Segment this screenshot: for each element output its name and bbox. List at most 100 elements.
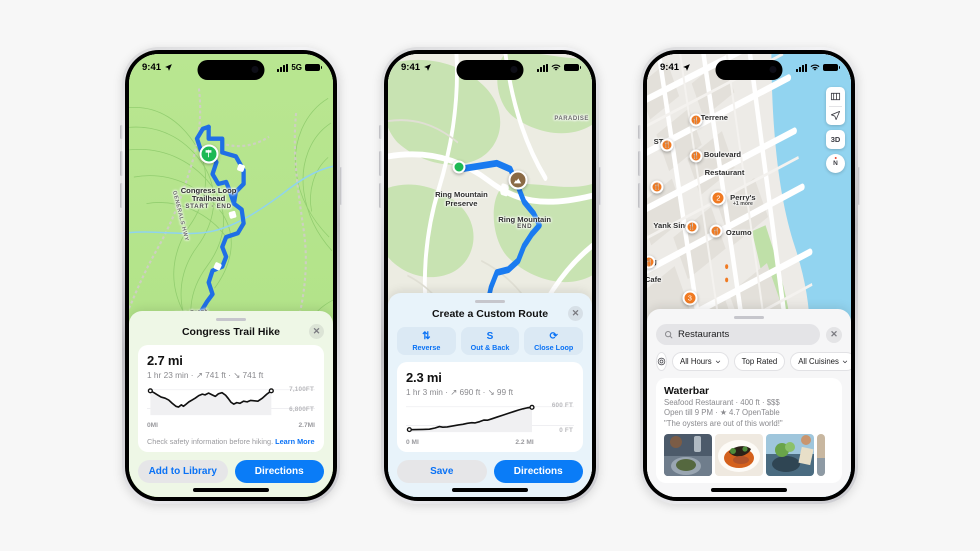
hike-meta: 1 hr 23 min · ↗ 741 ft · ↘ 741 ft xyxy=(147,370,264,380)
poi-cluster-perrys[interactable]: 2 xyxy=(710,190,726,206)
map-controls: 3D N xyxy=(826,87,845,173)
route-meta: 1 hr 3 min · ↗ 690 ft · ↘ 99 ft xyxy=(406,387,514,397)
out-and-back-button[interactable]: S Out & Back xyxy=(460,327,520,355)
save-button[interactable]: Save xyxy=(397,460,487,483)
ring-mountain-label: Ring Mountain END xyxy=(498,214,552,231)
poi-pin-yank-sing[interactable]: 🍴 xyxy=(685,220,699,234)
place-result-card[interactable]: Waterbar Seafood Restaurant · 400 ft · $… xyxy=(656,378,842,483)
reverse-button[interactable]: ⇅ Reverse xyxy=(397,327,456,355)
place-photos[interactable] xyxy=(664,434,834,476)
3d-toggle-button[interactable]: 3D xyxy=(826,130,845,149)
elevation-chart-1: 7,100FT 6,800FT xyxy=(147,384,315,420)
mute-switch-3[interactable] xyxy=(638,125,641,139)
search-icon xyxy=(665,331,673,339)
axis-end-2: 2.2 MI xyxy=(515,439,534,446)
ring-mountain-end-pin[interactable] xyxy=(508,170,528,190)
place-hours-rating: Open till 9 PM · ★ 4.7 OpenTable xyxy=(664,408,780,418)
place-photo-2[interactable] xyxy=(715,434,763,476)
mute-switch-2[interactable] xyxy=(379,125,382,139)
dynamic-island-3 xyxy=(715,60,783,80)
learn-more-link[interactable]: Learn More xyxy=(275,437,314,446)
power-button-2[interactable] xyxy=(598,167,601,205)
place-photo-3[interactable] xyxy=(766,434,814,476)
route-tools: ⇅ Reverse S Out & Back ⟳ Close Loop xyxy=(397,327,584,355)
cellular-bars-icon xyxy=(277,63,289,72)
home-indicator-2[interactable] xyxy=(452,488,528,492)
reverse-icon: ⇅ xyxy=(422,331,431,342)
poi-pin-boulevard[interactable]: 🍴 xyxy=(689,149,703,163)
home-indicator-3[interactable] xyxy=(711,488,787,492)
location-arrow-icon[interactable] xyxy=(826,106,845,125)
volume-down-button[interactable] xyxy=(120,183,123,208)
volume-up-button[interactable] xyxy=(120,151,123,176)
status-time-3: 9:41 xyxy=(660,62,680,73)
volume-down-button-2[interactable] xyxy=(379,183,382,208)
phone-1-hiking: Congress Loop Trailhead START · END Sher… xyxy=(120,47,342,504)
ring-mountain-end-sub: END xyxy=(517,223,533,231)
cuisines-filter[interactable]: All Cuisines xyxy=(790,352,851,372)
close-icon[interactable]: ✕ xyxy=(309,324,324,339)
sheet-title-1: Congress Trail Hike ✕ xyxy=(138,324,324,339)
poi-pin-terrene[interactable]: 🍴 xyxy=(689,113,703,127)
place-photo-4-partial[interactable] xyxy=(817,434,825,476)
cellular-bars-icon xyxy=(537,63,548,72)
search-input[interactable]: Restaurants xyxy=(656,324,820,346)
compass-icon[interactable]: N xyxy=(826,154,845,173)
hike-title: Congress Trail Hike xyxy=(181,326,281,338)
trailhead-pin[interactable] xyxy=(199,144,219,164)
place-quote: "The oysters are out of this world!" xyxy=(664,418,783,428)
home-indicator-1[interactable] xyxy=(193,488,269,492)
status-time-2: 9:41 xyxy=(401,62,421,73)
trailhead-label: Congress Loop Trailhead START · END xyxy=(181,186,237,211)
dynamic-island-1 xyxy=(197,60,265,80)
power-button-3[interactable] xyxy=(857,167,860,205)
sheet-title-2: Create a Custom Route ✕ xyxy=(397,306,583,321)
close-icon[interactable]: ✕ xyxy=(568,306,583,321)
directions-button-1[interactable]: Directions xyxy=(234,460,324,483)
hours-filter[interactable]: All Hours xyxy=(672,352,729,372)
volume-up-button-3[interactable] xyxy=(638,151,641,176)
battery-icon xyxy=(305,63,323,72)
poi-pin-stk[interactable]: 🍴 xyxy=(660,138,674,152)
top-rated-filter[interactable]: Top Rated xyxy=(733,352,786,372)
sheet-grabber-2[interactable] xyxy=(475,299,505,303)
ring-mountain-text: Ring Mountain xyxy=(498,214,552,224)
open-now-filter[interactable] xyxy=(656,352,667,372)
poi-cluster-nick-the-greek[interactable]: 3 xyxy=(682,290,698,306)
close-loop-button[interactable]: ⟳ Close Loop xyxy=(524,327,584,355)
wifi-icon xyxy=(551,64,561,71)
trailhead-pin-icon xyxy=(199,144,219,164)
close-loop-icon: ⟳ xyxy=(549,331,558,342)
volume-down-button-3[interactable] xyxy=(638,183,641,208)
sheet-grabber-3[interactable] xyxy=(734,315,764,320)
battery-icon xyxy=(823,63,841,72)
route-start-node-pin[interactable] xyxy=(452,160,466,174)
phone-1-screen: Congress Loop Trailhead START · END Sher… xyxy=(129,54,333,497)
label-yank-sing: Yank Sing xyxy=(653,221,690,231)
clear-search-icon[interactable]: ✕ xyxy=(826,326,842,343)
volume-up-button-2[interactable] xyxy=(379,151,382,176)
top-rated-filter-label: Top Rated xyxy=(741,357,778,367)
open-now-icon xyxy=(657,357,666,366)
place-photo-1[interactable] xyxy=(664,434,712,476)
place-details: Seafood Restaurant · 400 ft · $$$ xyxy=(664,398,780,408)
directions-button-2[interactable]: Directions xyxy=(493,460,583,483)
route-actions: Save Directions xyxy=(397,460,583,483)
custom-route-title: Create a Custom Route xyxy=(431,308,549,320)
poi-pin-cafe[interactable]: 🍴 xyxy=(647,255,656,269)
poi-pin-left-1[interactable]: 🍴 xyxy=(650,180,664,194)
cuisines-filter-label: All Cuisines xyxy=(798,357,839,367)
phone-2-custom-route: Ring Mountain Preserve Ring Mountain END… xyxy=(379,47,601,504)
search-value: Restaurants xyxy=(678,329,730,341)
power-button[interactable] xyxy=(339,167,342,205)
poi-pin-ozumo[interactable]: 🍴 xyxy=(709,224,723,238)
elevation-axis-1: 0MI 2.7MI xyxy=(147,421,315,429)
battery-icon xyxy=(564,63,582,72)
axis-start-2: 0 MI xyxy=(406,439,419,446)
elevation-chart-2-svg xyxy=(406,404,574,433)
map-style-icon[interactable] xyxy=(826,87,845,106)
map-control-group[interactable] xyxy=(826,87,845,125)
sheet-grabber-1[interactable] xyxy=(216,317,246,321)
add-to-library-button[interactable]: Add to Library xyxy=(138,460,228,483)
mute-switch[interactable] xyxy=(120,125,123,139)
